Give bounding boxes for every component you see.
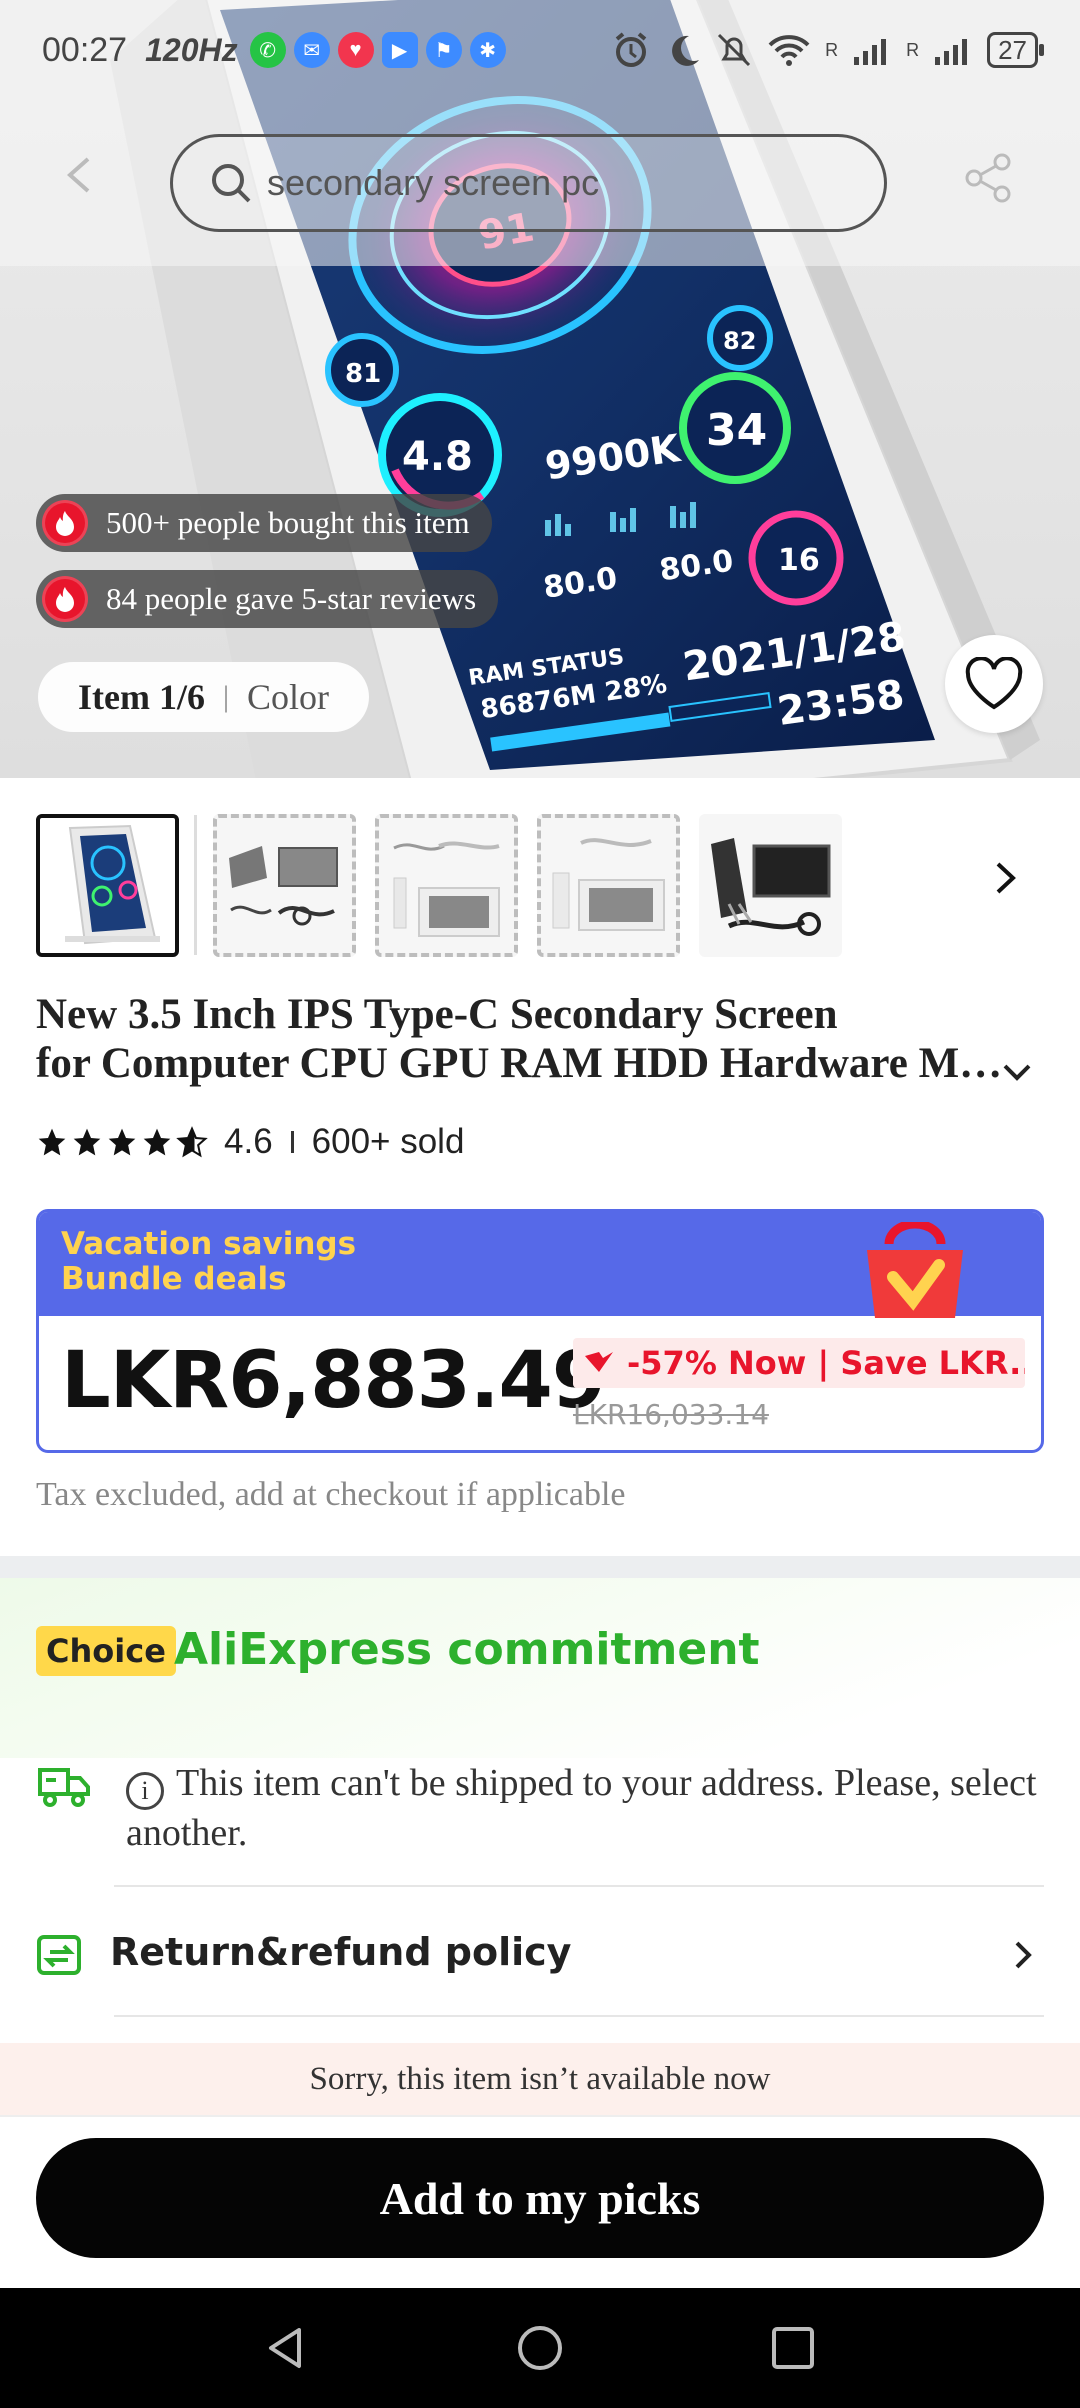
status-bar: 00:27 120Hz ✆ ✉ ♥ ▶ ⚑ ✱ R R 27 — [0, 0, 1080, 100]
add-to-picks-button[interactable]: Add to my picks — [36, 2138, 1044, 2258]
signal-icon — [935, 39, 968, 65]
divider — [114, 1885, 1044, 1887]
network-label: R — [906, 39, 920, 60]
promo-banner: Vacation savings Bundle deals — [39, 1212, 1041, 1318]
bell-icon: ⚑ — [425, 32, 462, 68]
reviews-badge: 84 people gave 5-star reviews — [36, 570, 499, 628]
svg-text:82: 82 — [723, 327, 756, 355]
thumbnail-image — [711, 837, 831, 936]
star-icon — [73, 1128, 101, 1156]
chevron-down-icon[interactable] — [1000, 1055, 1034, 1089]
reviews-text: 84 people gave 5-star reviews — [106, 581, 477, 616]
search-query: secondary screen pc — [267, 162, 600, 203]
section-divider — [0, 1556, 1080, 1578]
wifi-icon — [768, 35, 810, 66]
choice-badge: Choice — [36, 1626, 176, 1676]
system-indicators: R R 27 — [611, 30, 1044, 70]
commitment-title: AliExpress commitment — [174, 1624, 760, 1675]
fire-icon — [42, 576, 88, 622]
bought-text: 500+ people bought this item — [106, 505, 470, 540]
messages-icon: ✉ — [293, 32, 330, 68]
bought-badge: 500+ people bought this item — [36, 494, 492, 552]
nav-home-icon[interactable] — [516, 2324, 564, 2372]
svg-text:4.8: 4.8 — [402, 434, 473, 480]
item-counter-pill[interactable]: Item 1/6 | Color — [38, 662, 369, 732]
shipping-notice-text: This item can't be shipped to your addre… — [126, 1762, 1037, 1854]
star-icon — [108, 1128, 136, 1156]
fire-icon — [42, 500, 88, 546]
svg-text:81: 81 — [345, 359, 381, 389]
return-policy-link[interactable]: Return&refund policy — [110, 1930, 571, 1974]
shopping-bag-icon — [867, 1222, 963, 1318]
battery-indicator: 27 — [987, 32, 1044, 68]
price-card[interactable]: Vacation savings Bundle deals LKR6,883.4… — [36, 1209, 1044, 1453]
nav-recents-icon[interactable] — [769, 2324, 817, 2372]
alarm-icon — [615, 32, 647, 67]
thumbnail-2[interactable] — [213, 813, 356, 957]
discount-tag: -57% Now | Save LKR... — [573, 1338, 1025, 1388]
promo-line-2: Bundle deals — [61, 1261, 287, 1297]
nav-back-icon[interactable] — [263, 2324, 311, 2372]
sold-count: 600+ sold — [311, 1122, 465, 1161]
shipping-notice[interactable]: i This item can't be shipped to your addr… — [126, 1760, 1046, 1856]
item-counter: Item 1/6 — [78, 677, 205, 717]
star-icon — [143, 1128, 171, 1156]
svg-text:16: 16 — [778, 543, 820, 578]
thumbnail-image — [65, 824, 160, 944]
whatsapp-icon: ✆ — [249, 32, 286, 68]
rating-row[interactable]: 4.6 600+ sold — [36, 1122, 464, 1162]
current-price: LKR6,883.49 — [61, 1336, 606, 1426]
star-icon — [38, 1128, 66, 1156]
system-nav-bar — [0, 2288, 1080, 2408]
item-separator: | — [222, 680, 229, 713]
return-icon — [37, 1935, 81, 1975]
item-option: Color — [246, 677, 329, 717]
chevron-right-icon[interactable] — [1008, 1938, 1038, 1972]
video-icon: ▶ — [381, 32, 418, 68]
unavailable-banner: Sorry, this item isn’t available now — [0, 2043, 1080, 2115]
promo-line-1: Vacation savings — [61, 1226, 357, 1262]
fan-icon: ✱ — [469, 32, 506, 68]
thumbnail-strip — [36, 812, 1046, 958]
down-arrow-icon — [585, 1352, 613, 1372]
bell-off-icon — [718, 33, 751, 67]
chevron-right-icon[interactable] — [985, 858, 1025, 898]
thumbnail-4[interactable] — [537, 813, 680, 957]
back-icon[interactable] — [60, 155, 100, 195]
thumbnail-image — [229, 845, 338, 925]
network-label: R — [825, 39, 839, 60]
product-image-gallery[interactable]: 91 81 4.8 82 34 16 9900K 80.0 80.0 RAM S… — [0, 0, 1080, 778]
star-half-icon — [176, 1126, 208, 1158]
thumbnail-image — [393, 840, 500, 937]
wishlist-button[interactable] — [945, 635, 1043, 733]
shop-icon: ♥ — [337, 32, 374, 68]
truck-icon — [38, 1768, 90, 1807]
signal-icon — [854, 39, 887, 65]
search-input[interactable]: secondary screen pc — [170, 134, 887, 232]
share-icon[interactable] — [960, 150, 1016, 206]
notification-icons: ✆ ✉ ♥ ▶ ⚑ ✱ — [249, 32, 506, 68]
divider — [114, 2015, 1044, 2017]
search-icon — [212, 164, 251, 203]
info-icon: i — [126, 1772, 164, 1810]
refresh-rate: 120Hz — [145, 31, 238, 68]
heart-icon — [965, 657, 1023, 710]
thumbnail-1[interactable] — [36, 813, 179, 957]
rating-stars — [36, 1126, 208, 1158]
original-price: LKR16,033.14 — [573, 1398, 769, 1431]
product-title: New 3.5 Inch IPS Type-C Secondary Screen… — [36, 990, 1026, 1088]
title-line-2: for Computer CPU GPU RAM HDD Hardware Mo… — [36, 1040, 1021, 1087]
title-line-1: New 3.5 Inch IPS Type-C Secondary Screen — [36, 991, 838, 1038]
discount-text: -57% Now | Save LKR... — [627, 1344, 1025, 1382]
rating-separator — [290, 1131, 294, 1153]
thumbnail-5[interactable] — [699, 813, 842, 957]
thumbnail-image — [552, 837, 665, 931]
tax-note: Tax excluded, add at checkout if applica… — [36, 1476, 626, 1513]
svg-text:34: 34 — [706, 405, 767, 456]
rating-value: 4.6 — [224, 1122, 273, 1161]
thumbnail-3[interactable] — [375, 813, 518, 957]
thumbnail-divider — [194, 815, 197, 955]
status-time: 00:27 — [42, 30, 128, 69]
moon-icon — [672, 35, 700, 66]
